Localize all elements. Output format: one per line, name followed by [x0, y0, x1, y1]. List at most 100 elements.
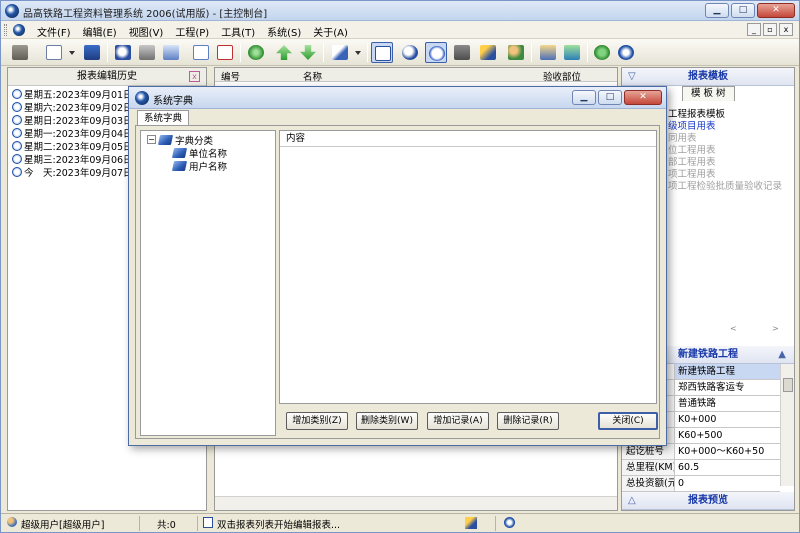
- tab-template-tree[interactable]: 模 板 树: [682, 86, 735, 101]
- grid-button[interactable]: [451, 42, 473, 63]
- delete-category-button[interactable]: 删除类别(W): [356, 412, 418, 430]
- history-item[interactable]: 星期日:2023年09月03日: [12, 113, 133, 127]
- mdi-minimize-button[interactable]: _: [747, 23, 761, 36]
- column-name[interactable]: 名称: [303, 69, 322, 83]
- menu-project[interactable]: 工程(P): [169, 24, 215, 39]
- history-item[interactable]: 星期六:2023年09月02日: [12, 100, 133, 114]
- document-icon[interactable]: [13, 24, 25, 36]
- close-button[interactable]: ✕: [757, 3, 795, 18]
- system-dictionary-dialog: 系统字典 ▁ □ ✕ 系统字典 − 字典分类 单位名称 用户名称 内容 增加类别…: [128, 86, 667, 446]
- tab-system-dictionary[interactable]: 系统字典: [137, 110, 190, 126]
- preview-panel-header[interactable]: △ 报表预览: [622, 492, 794, 510]
- tools-status-icon: [465, 517, 477, 529]
- search-button[interactable]: [399, 42, 421, 63]
- template-tree-item[interactable]: 位工程用表: [668, 142, 782, 156]
- download-button[interactable]: [561, 42, 583, 63]
- add-record-button[interactable]: 增加记录(A): [427, 412, 489, 430]
- tree-node-user-name[interactable]: 用户名称: [171, 159, 227, 173]
- move-up-button[interactable]: [273, 42, 295, 63]
- delete-icon: [217, 45, 233, 60]
- delete-button[interactable]: [214, 42, 236, 63]
- content-column-header[interactable]: 内容: [280, 131, 656, 147]
- menu-system[interactable]: 系统(S): [261, 24, 307, 39]
- template-tree-item[interactable]: 同用表: [668, 130, 782, 144]
- scroll-left-arrow[interactable]: <: [730, 324, 737, 333]
- menu-edit[interactable]: 编辑(E): [77, 24, 123, 39]
- menu-view[interactable]: 视图(V): [123, 24, 170, 39]
- template-panel-header[interactable]: ▽ 报表模板: [622, 68, 794, 86]
- template-tree-item[interactable]: 项工程用表: [668, 166, 782, 180]
- menu-grip[interactable]: [4, 24, 7, 36]
- template-tree: 工程报表模板 级项目用表 同用表 位工程用表 部工程用表 项工程用表 项工程检验…: [668, 106, 782, 192]
- column-acceptance-part[interactable]: 验收部位: [543, 69, 581, 83]
- open-folder-button[interactable]: [9, 42, 31, 63]
- close-dialog-button[interactable]: 关闭(C): [598, 412, 658, 430]
- arrow-down-icon: [300, 45, 316, 60]
- dialog-title-bar[interactable]: 系统字典 ▁ □ ✕: [129, 87, 666, 109]
- dialog-close-button[interactable]: ✕: [624, 90, 662, 105]
- template-tree-item[interactable]: 部工程用表: [668, 154, 782, 168]
- report-view-button[interactable]: [371, 42, 393, 63]
- collapse-toggle-icon[interactable]: −: [147, 135, 156, 144]
- property-row[interactable]: 总投资额(元)0: [622, 476, 780, 492]
- properties-scrollbar[interactable]: [780, 364, 794, 486]
- folder-icon: [12, 45, 28, 60]
- copy-button[interactable]: [190, 42, 212, 63]
- history-item[interactable]: 星期一:2023年09月04日: [12, 126, 133, 140]
- edit-dropdown-button[interactable]: [353, 42, 363, 63]
- history-button[interactable]: [425, 42, 447, 63]
- history-item[interactable]: 星期三:2023年09月06日: [12, 152, 133, 166]
- refresh-button[interactable]: [245, 42, 267, 63]
- property-row[interactable]: 起讫桩号 K0+000～K60+50: [622, 444, 780, 460]
- tree-node-unit-name[interactable]: 单位名称: [171, 146, 227, 160]
- menu-file[interactable]: 文件(F): [31, 24, 77, 39]
- menu-about[interactable]: 关于(A): [307, 24, 354, 39]
- report-list-horizontal-scrollbar[interactable]: [215, 496, 617, 510]
- template-tree-item[interactable]: 级项目用表: [668, 118, 782, 132]
- status-bar: 超级用户[超级用户] 共:0 双击报表列表开始编辑报表...: [1, 513, 799, 532]
- dictionary-content-list: 内容: [279, 130, 657, 404]
- dialog-tabs: 系统字典: [137, 110, 190, 126]
- book-icon: [171, 147, 188, 158]
- new-dropdown-button[interactable]: [67, 42, 77, 63]
- print-preview-button[interactable]: [112, 42, 134, 63]
- add-category-button[interactable]: 增加类别(Z): [286, 412, 348, 430]
- export-icon: [163, 45, 179, 60]
- restore-button[interactable]: □: [731, 3, 755, 18]
- history-item[interactable]: 星期二:2023年09月05日: [12, 139, 133, 153]
- dialog-restore-button[interactable]: □: [598, 90, 622, 105]
- users-button[interactable]: [505, 42, 527, 63]
- new-document-button[interactable]: [43, 42, 65, 63]
- column-number[interactable]: 编号: [221, 69, 240, 83]
- move-down-button[interactable]: [297, 42, 319, 63]
- tree-node-root[interactable]: − 字典分类: [147, 133, 213, 147]
- collapse-chevron-icon: ▲: [778, 349, 786, 360]
- export-button[interactable]: [160, 42, 182, 63]
- history-item[interactable]: 星期五:2023年09月01日: [12, 87, 133, 101]
- mdi-close-button[interactable]: x: [779, 23, 793, 36]
- edit-button[interactable]: [329, 42, 351, 63]
- template-tree-item[interactable]: 项工程检验批质量验收记录: [668, 178, 782, 192]
- template-tree-item[interactable]: 工程报表模板: [668, 106, 782, 120]
- dictionary-category-tree: − 字典分类 单位名称 用户名称: [140, 130, 276, 436]
- save-button[interactable]: [81, 42, 103, 63]
- new-document-icon: [46, 45, 62, 60]
- mdi-restore-button[interactable]: ▫: [763, 23, 777, 36]
- property-row[interactable]: 总里程(KM) 60.5: [622, 460, 780, 476]
- scrollbar-thumb[interactable]: [783, 378, 793, 392]
- backup-button[interactable]: [537, 42, 559, 63]
- history-item[interactable]: 今 天:2023年09月07日: [12, 165, 133, 179]
- print-button[interactable]: [136, 42, 158, 63]
- dialog-minimize-button[interactable]: ▁: [572, 90, 596, 105]
- clock-icon: [12, 101, 22, 112]
- delete-record-button[interactable]: 删除记录(R): [497, 412, 559, 430]
- tools-button[interactable]: [477, 42, 499, 63]
- minimize-button[interactable]: ▁: [705, 3, 729, 18]
- history-panel-close-button[interactable]: x: [189, 71, 200, 82]
- dialog-body: − 字典分类 单位名称 用户名称 内容 增加类别(Z) 删除类别(W) 增加记录…: [135, 125, 660, 439]
- info-button[interactable]: [615, 42, 637, 63]
- help-button[interactable]: [591, 42, 613, 63]
- scroll-right-arrow[interactable]: >: [772, 324, 779, 333]
- title-bar: 品高铁路工程资料管理系统 2006(试用版) - [主控制台] ▁ □ ✕: [1, 1, 799, 21]
- menu-tools[interactable]: 工具(T): [215, 24, 261, 39]
